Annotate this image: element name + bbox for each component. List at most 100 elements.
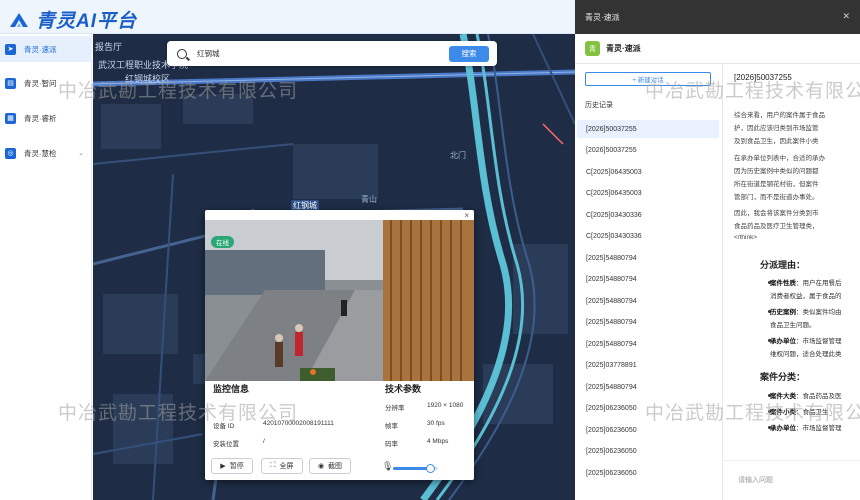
- history-item[interactable]: [2026]50037255: [577, 142, 719, 160]
- camera-icon: ◉: [317, 463, 325, 470]
- reason-line: 案件性质：用户在用餐后: [770, 280, 842, 287]
- microphone-icon[interactable]: 🎙: [382, 461, 393, 472]
- history-item[interactable]: [2025]54880794: [577, 378, 719, 396]
- send-icon: ➤: [5, 43, 16, 55]
- close-icon[interactable]: ×: [464, 211, 469, 220]
- map-label: 北门: [450, 151, 466, 160]
- info-row: 安装位置 /: [213, 438, 265, 448]
- history-item[interactable]: [2025]54880794: [577, 335, 719, 353]
- map-label: 报告厅: [95, 42, 123, 52]
- pause-button[interactable]: ▶ 暂停: [211, 458, 253, 474]
- play-icon: ▶: [220, 463, 226, 470]
- search-button[interactable]: 搜索: [449, 45, 489, 62]
- fullscreen-label: 全屏: [279, 463, 294, 470]
- reason-line: 历史案例：类似案件均由: [770, 309, 842, 316]
- history-item[interactable]: C[2025]06435003: [577, 163, 719, 181]
- tech-value: 1920 × 1080: [427, 402, 464, 409]
- panel-window-title: 青灵·速派: [585, 12, 620, 22]
- search-icon: [177, 48, 187, 59]
- close-icon[interactable]: ✕: [842, 11, 850, 22]
- app-title: 青灵AI平台: [36, 11, 138, 32]
- history-item[interactable]: [2025]06236050: [577, 464, 719, 482]
- map-label: 青山: [361, 195, 377, 204]
- tech-params-title: 技术参数: [385, 384, 422, 394]
- volume-slider[interactable]: [393, 464, 438, 473]
- category-line: 案件大类：食品药品及医: [770, 393, 842, 400]
- history-sidebar: + 新建对话 历史记录 [2026]50037255 [2026]50037255…: [575, 64, 723, 500]
- panel-header: 青 青灵·速派: [575, 34, 860, 64]
- history-item[interactable]: C[2025]03430336: [577, 206, 719, 224]
- reason-line: 维权问题，适合处理此类: [770, 351, 842, 358]
- section-heading: 案件分类：: [760, 372, 806, 382]
- chat-icon: ▤: [5, 77, 16, 89]
- chat-line: </think>: [734, 234, 758, 241]
- tech-label: 码率: [385, 441, 398, 448]
- sidebar-item-label: 青灵·智问: [24, 78, 57, 88]
- fullscreen-button[interactable]: ⛶ 全屏: [261, 458, 303, 474]
- history-item[interactable]: [2026]50037255: [577, 120, 719, 138]
- sidebar-item-dispatch[interactable]: ➤ 青灵·速派: [0, 36, 92, 62]
- camera-video[interactable]: 在线: [205, 220, 474, 381]
- screenshot-label: 截图: [328, 463, 343, 470]
- history-item[interactable]: [2025]06236050: [577, 443, 719, 461]
- panel-header-title: 青灵·速派: [606, 44, 641, 53]
- tech-row: 帧率 30 fps: [385, 420, 445, 430]
- app-logo: 青灵AI平台: [8, 6, 137, 33]
- volume-handle[interactable]: [426, 464, 436, 473]
- map-label: 红钢城校区: [125, 74, 171, 84]
- search-input[interactable]: 红钢城: [197, 48, 449, 59]
- search-bar: 红钢城 搜索: [167, 41, 497, 66]
- info-row: 设备 ID 42010700002008191111: [213, 420, 334, 430]
- history-item[interactable]: C[2025]06435003: [577, 185, 719, 203]
- tech-label: 分辨率: [385, 405, 405, 412]
- chat-line: 所在街道是钢花村街，但案件: [734, 181, 819, 188]
- chat-input[interactable]: 请输入问题: [724, 460, 860, 500]
- chat-line: 食品药品及医疗卫生管理类，: [734, 223, 819, 230]
- pause-label: 暂停: [229, 463, 244, 470]
- info-label: 设备 ID: [213, 423, 235, 430]
- history-item[interactable]: C[2025]03430336: [577, 228, 719, 246]
- assistant-avatar: 青: [585, 41, 600, 56]
- chat-input-placeholder: 请输入问题: [738, 477, 773, 484]
- reason-line: 承办单位：市场监督管理: [770, 338, 842, 345]
- sidebar-item-analysis[interactable]: ▦ 青灵·睿析: [0, 105, 92, 131]
- sidebar-item-label: 青灵·速派: [24, 44, 57, 54]
- history-item[interactable]: [2025]54880794: [577, 314, 719, 332]
- analysis-icon: ▦: [5, 112, 16, 124]
- history-item[interactable]: [2025]03778891: [577, 357, 719, 375]
- history-item[interactable]: [2025]06236050: [577, 421, 719, 439]
- chat-area: [2026]50037255 综合来看，用户的案件属于食品 护，因此应该归类到市…: [724, 64, 860, 500]
- history-item[interactable]: [2025]54880794: [577, 249, 719, 267]
- screenshot-button[interactable]: ◉ 截图: [309, 458, 351, 474]
- chat-line: 护，因此应该归类到市场监管: [734, 125, 819, 132]
- video-frame: [205, 220, 474, 381]
- logo-icon: [10, 12, 28, 27]
- info-value: /: [263, 438, 265, 445]
- sidebar-item-label: 青灵·睿析: [24, 113, 57, 123]
- panel-titlebar: 青灵·速派 ✕: [575, 0, 860, 34]
- history-title: 历史记录: [585, 102, 613, 109]
- chat-line: 因为历史案例中类似的问题都: [734, 168, 819, 175]
- status-badge: 在线: [211, 236, 234, 248]
- chat-line: 及到食品卫生，因此案件小类: [734, 138, 819, 145]
- history-item[interactable]: [2025]06236050: [577, 400, 719, 418]
- chat-line: 管部门，而不是街道办事处。: [734, 194, 819, 201]
- tech-row: 分辨率 1920 × 1080: [385, 402, 463, 412]
- case-id: [2026]50037255: [734, 73, 792, 82]
- sidebar-item-inspect[interactable]: ◎ 青灵·慧检 ⌄: [0, 140, 92, 166]
- category-line: 承办单位：市场监督管理: [770, 425, 842, 432]
- new-chat-button[interactable]: + 新建对话: [585, 72, 711, 86]
- chat-line: 综合来看，用户的案件属于食品: [734, 112, 825, 119]
- category-line: 案件小类：食品卫生: [770, 409, 829, 416]
- chat-line: 在承办单位列表中，合适的承办: [734, 155, 825, 162]
- history-item[interactable]: [2025]54880794: [577, 292, 719, 310]
- sidebar-item-ask[interactable]: ▤ 青灵·智问: [0, 70, 92, 96]
- tech-value: 4 Mbps: [427, 438, 449, 445]
- fullscreen-icon: ⛶: [270, 462, 276, 469]
- sidebar: ➤ 青灵·速派 ▤ 青灵·智问 ▦ 青灵·睿析 ◎ 青灵·慧检 ⌄: [0, 34, 92, 500]
- camera-popup: × 在线 监控信息 技术参数 设备 ID 4201070000200819111…: [205, 210, 474, 480]
- history-item[interactable]: [2025]54880794: [577, 271, 719, 289]
- reason-line: 消费者权益，属于食品的: [770, 293, 842, 300]
- inspect-icon: ◎: [5, 147, 16, 159]
- info-label: 安装位置: [213, 441, 239, 448]
